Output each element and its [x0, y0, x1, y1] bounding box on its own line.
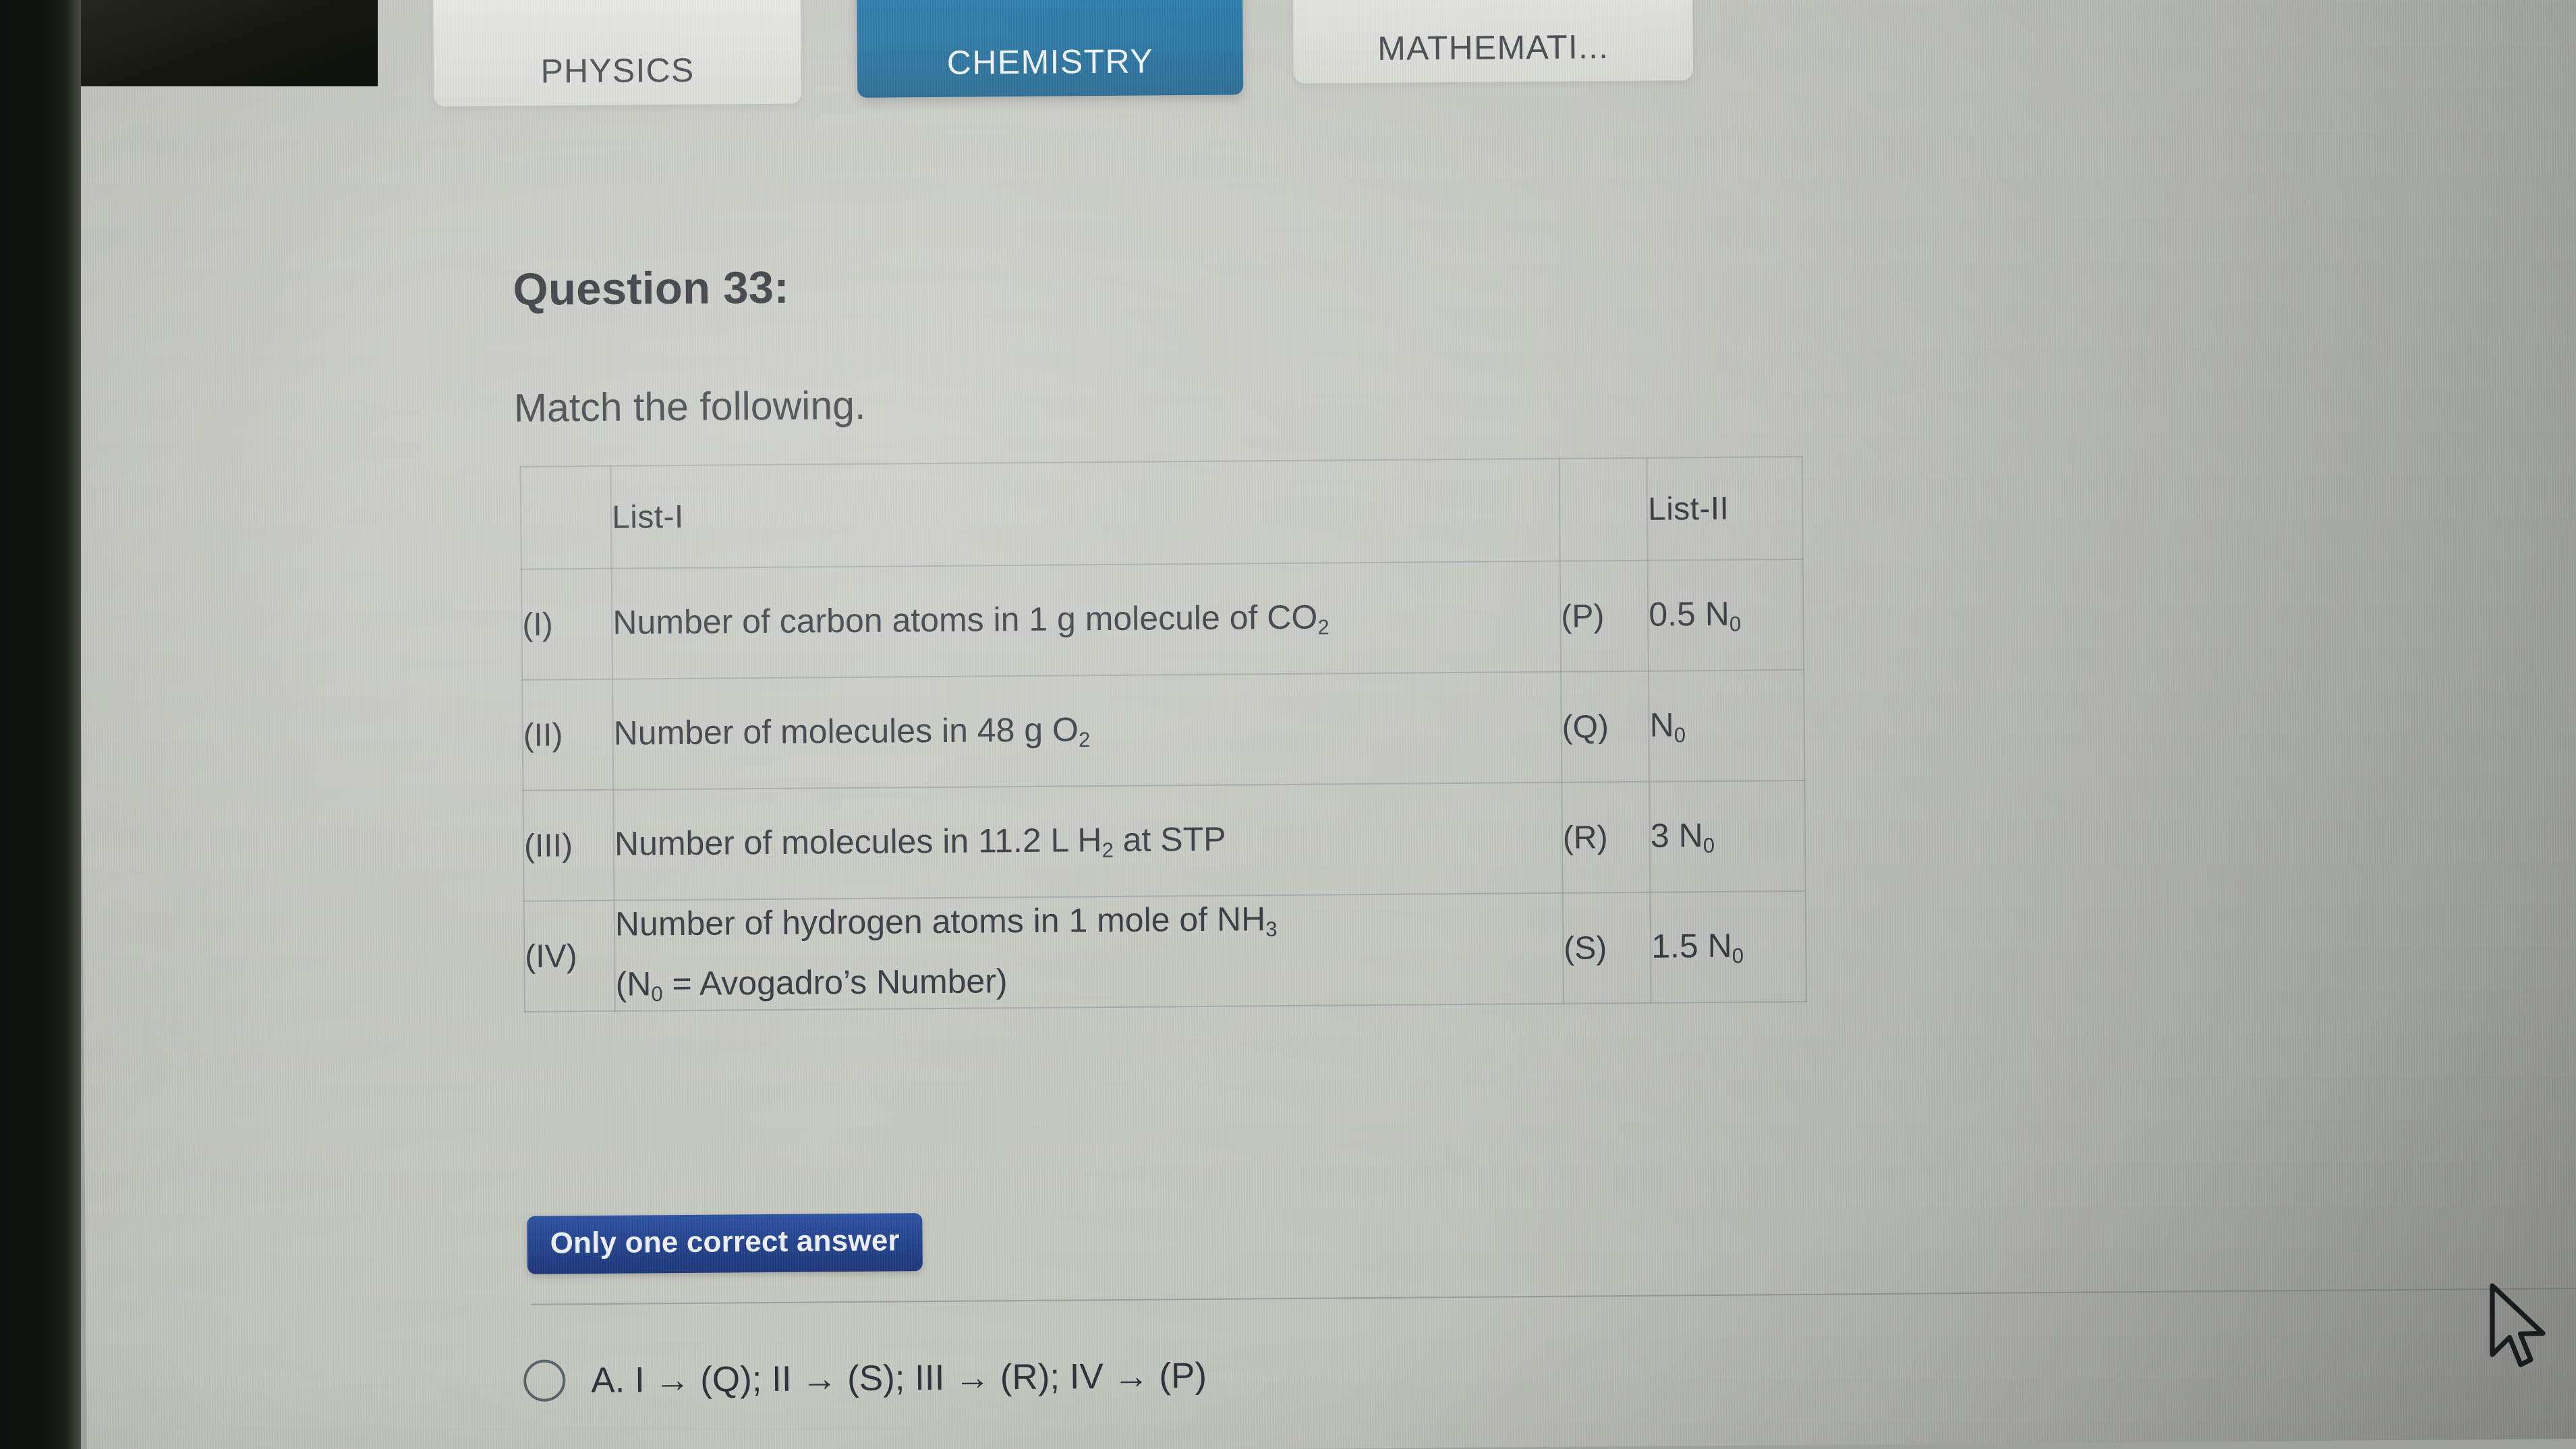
- match-table-body: List-I List-II (I) Number of carbon atom…: [520, 456, 1806, 1012]
- header-list-1: List-I: [610, 458, 1560, 569]
- tab-physics-label: PHYSICS: [540, 51, 695, 90]
- row-number: (II): [522, 679, 614, 791]
- match-table: List-I List-II (I) Number of carbon atom…: [520, 456, 1807, 1013]
- tab-mathematics[interactable]: MATHEMATI...: [1292, 0, 1694, 84]
- row-key: (Q): [1560, 671, 1650, 783]
- screen-bezel-left: [0, 0, 81, 1449]
- tab-mathematics-label: MATHEMATI...: [1377, 28, 1609, 67]
- option-a-body: I → (Q); II → (S); III → (R); IV → (P): [634, 1355, 1207, 1400]
- table-row: (I) Number of carbon atoms in 1 g molecu…: [521, 559, 1804, 680]
- row-description: Number of molecules in 48 g O2: [612, 671, 1562, 790]
- section-divider: [531, 1287, 2576, 1305]
- header-key-spacer: [1559, 457, 1648, 561]
- row-key: (R): [1562, 781, 1651, 893]
- table-row: (III) Number of molecules in 11.2 L H2 a…: [523, 780, 1806, 901]
- laptop-screen: PHYSICS CHEMISTRY MATHEMATI... Question …: [76, 0, 2576, 1449]
- answer-option-a[interactable]: A. I → (Q); II → (S); III → (R); IV → (P…: [523, 1355, 1207, 1402]
- row-number: (IV): [523, 900, 615, 1012]
- status-badge: Only one correct answer: [527, 1213, 923, 1274]
- question-title: Question 33:: [513, 262, 790, 315]
- subject-tab-bar: PHYSICS CHEMISTRY MATHEMATI...: [76, 0, 2576, 108]
- row-value: 3 N0: [1649, 780, 1806, 892]
- row-description: Number of hydrogen atoms in 1 mole of NH…: [614, 892, 1564, 1011]
- question-prompt: Match the following.: [513, 382, 866, 430]
- table-header-row: List-I List-II: [520, 456, 1803, 569]
- option-a-text: A. I → (Q); II → (S); III → (R); IV → (P…: [591, 1355, 1207, 1400]
- mouse-cursor-icon: [2490, 1283, 2546, 1367]
- table-row: (II) Number of molecules in 48 g O2 (Q) …: [522, 669, 1805, 791]
- row-value: 1.5 N0: [1650, 890, 1806, 1003]
- tab-chemistry-label: CHEMISTRY: [946, 42, 1154, 82]
- header-list-2: List-II: [1647, 456, 1803, 561]
- tab-physics[interactable]: PHYSICS: [432, 0, 802, 107]
- row-value: 0.5 N0: [1647, 559, 1804, 671]
- row-key: (P): [1559, 560, 1649, 672]
- option-a-letter: A.: [590, 1360, 625, 1400]
- row-number: (III): [523, 789, 614, 901]
- screen-photo: PHYSICS CHEMISTRY MATHEMATI... Question …: [0, 0, 2576, 1449]
- row-number: (I): [521, 568, 613, 680]
- radio-button-a[interactable]: [523, 1359, 566, 1402]
- table-row: (IV) Number of hydrogen atoms in 1 mole …: [523, 890, 1806, 1012]
- header-spacer: [520, 465, 612, 569]
- tab-chemistry[interactable]: CHEMISTRY: [856, 0, 1244, 98]
- row-description: Number of molecules in 11.2 L H2 at STP: [613, 782, 1563, 901]
- row-value: N0: [1648, 669, 1805, 782]
- row-key: (S): [1562, 892, 1651, 1004]
- row-description: Number of carbon atoms in 1 g molecule o…: [611, 561, 1561, 679]
- quiz-app: PHYSICS CHEMISTRY MATHEMATI... Question …: [76, 0, 2576, 1449]
